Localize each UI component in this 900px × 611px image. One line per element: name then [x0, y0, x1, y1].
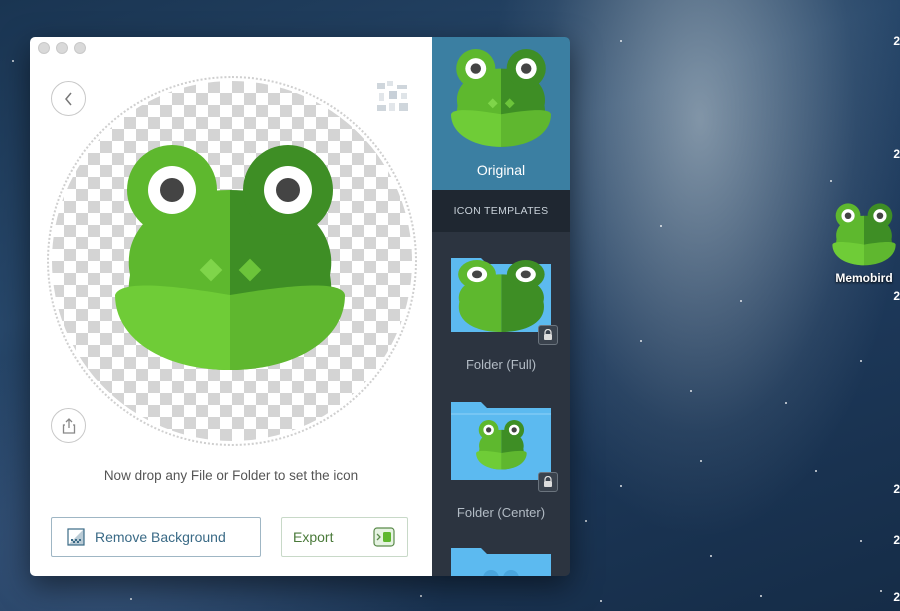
window-controls — [38, 42, 86, 54]
export-icon — [373, 527, 395, 547]
remove-background-label: Remove Background — [95, 529, 226, 545]
template-original-label: Original — [476, 162, 526, 178]
icon-templates-sidebar: Original ICON TEMPLATES Folder (Full) Fo… — [432, 37, 570, 576]
folder-partial-thumbnail — [451, 548, 551, 576]
template-folder-partial[interactable] — [432, 542, 570, 576]
export-button[interactable]: Export — [281, 517, 408, 557]
desktop-icon-memobird[interactable]: Memobird — [829, 203, 899, 285]
desktop-edge-text: 2 — [893, 289, 900, 303]
frog-desktop-icon — [832, 203, 896, 266]
template-folder-full[interactable]: Folder (Full) — [432, 242, 570, 382]
frog-icon-preview — [115, 145, 345, 370]
lock-icon — [538, 325, 558, 345]
frog-icon-thumbnail — [451, 49, 551, 147]
zoom-window-button[interactable] — [74, 42, 86, 54]
desktop-edge-text: 2 — [893, 482, 900, 496]
template-folder-center-label: Folder (Center) — [456, 505, 546, 520]
folder-full-thumbnail — [451, 258, 551, 332]
desktop-icon-label: Memobird — [835, 271, 893, 285]
template-folder-center[interactable]: Folder (Center) — [432, 392, 570, 532]
desktop-edge-text: 2 — [893, 590, 900, 604]
desktop-edge-text: 2 — [893, 533, 900, 547]
minimize-window-button[interactable] — [56, 42, 68, 54]
main-panel: Now drop any File or Folder to set the i… — [30, 37, 432, 576]
share-button[interactable] — [51, 408, 86, 443]
folder-center-thumbnail — [451, 402, 551, 480]
share-icon — [62, 417, 75, 434]
app-window: Now drop any File or Folder to set the i… — [30, 37, 570, 576]
lock-icon — [538, 472, 558, 492]
qr-code-icon[interactable] — [375, 79, 411, 115]
template-original[interactable]: Original — [432, 37, 570, 190]
back-button[interactable] — [51, 81, 86, 116]
remove-background-button[interactable]: Remove Background — [51, 517, 261, 557]
template-folder-full-label: Folder (Full) — [465, 357, 537, 372]
icon-templates-header: ICON TEMPLATES — [432, 190, 570, 232]
desktop-edge-text: 2 — [893, 147, 900, 161]
desktop-edge-text: 2 — [893, 34, 900, 48]
export-label: Export — [293, 529, 334, 545]
chevron-left-icon — [64, 92, 72, 105]
close-window-button[interactable] — [38, 42, 50, 54]
transparency-icon — [67, 528, 85, 546]
drop-hint-text: Now drop any File or Folder to set the i… — [103, 468, 359, 483]
